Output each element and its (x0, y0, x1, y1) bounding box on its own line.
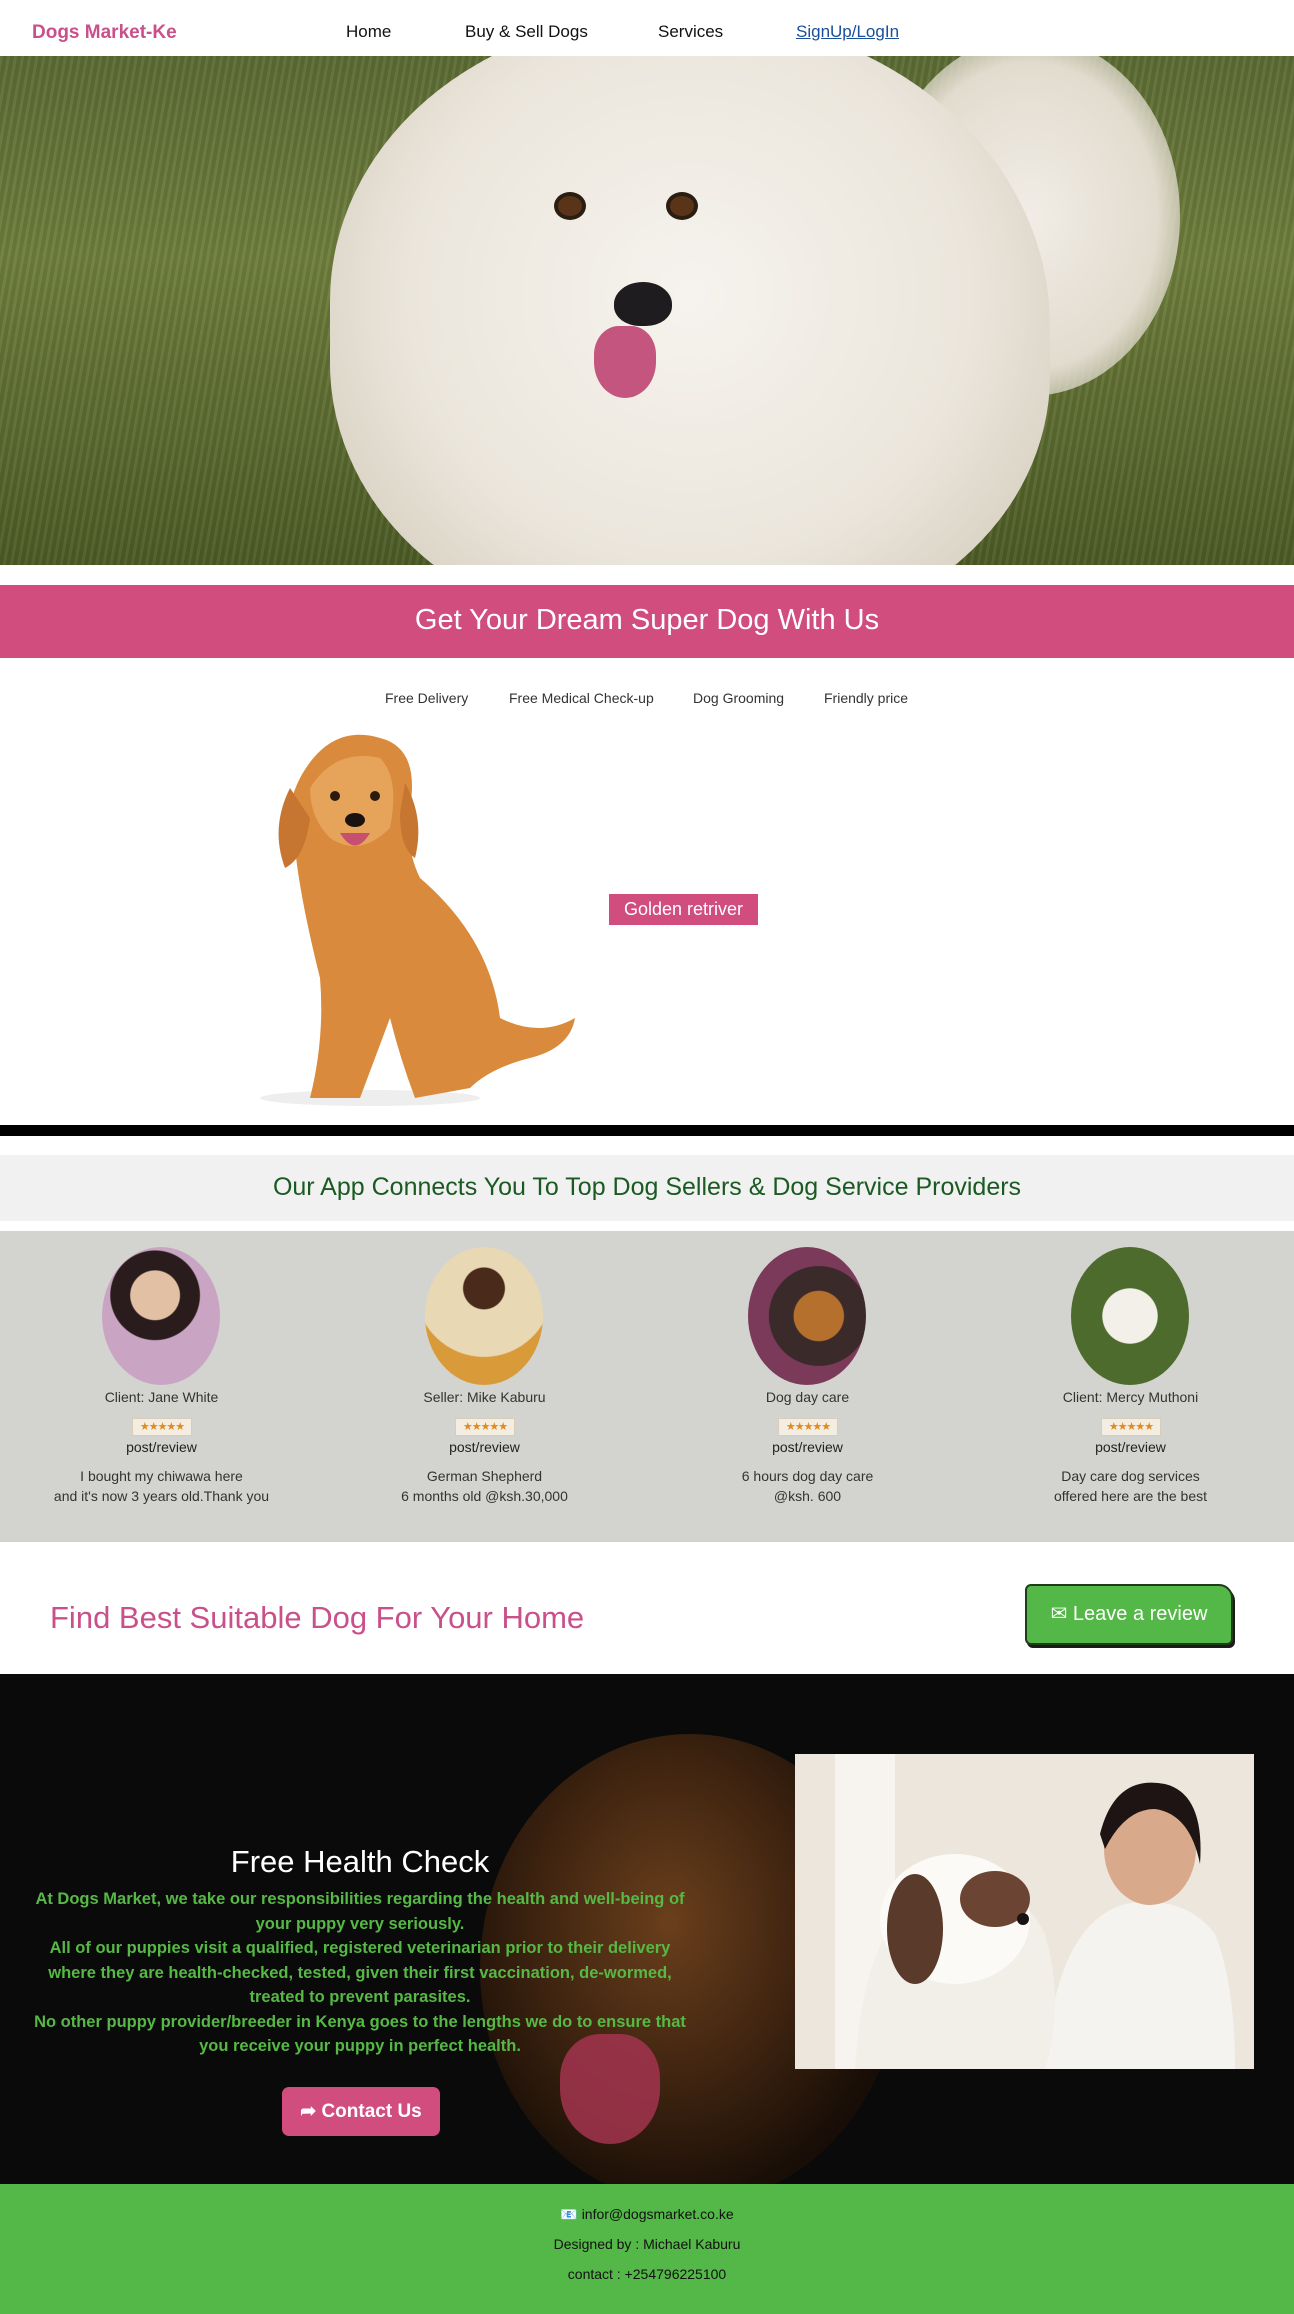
envelope-icon: ✉ (1050, 1603, 1068, 1625)
review-name: Seller: Mike Kaburu (423, 1389, 546, 1405)
feature-free-delivery: Free Delivery (385, 690, 469, 706)
review-card: Client: Mercy Muthoni ★★★★★ post/review … (969, 1231, 1292, 1542)
feature-friendly-price: Friendly price (824, 690, 909, 706)
health-check-section: Free Health Check At Dogs Market, we tak… (0, 1674, 1294, 2184)
reviews-section: Client: Jane White ★★★★★ post/review I b… (0, 1231, 1294, 1542)
feature-dog-grooming: Dog Grooming (693, 690, 785, 706)
review-post-link[interactable]: post/review (323, 1439, 646, 1455)
health-title: Free Health Check (230, 1844, 490, 1879)
leave-review-button[interactable]: ✉ Leave a review (1025, 1584, 1233, 1645)
review-text-line1: Day care dog services (1061, 1468, 1200, 1484)
health-description: At Dogs Market, we take our responsibili… (30, 1887, 690, 2059)
review-text-line1: 6 hours dog day care (741, 1468, 874, 1484)
review-name: Dog day care (765, 1389, 850, 1405)
rating-stars-icon: ★★★★★ (1101, 1418, 1161, 1436)
hero-dog-nose (614, 282, 672, 326)
rating-stars-icon: ★★★★★ (455, 1418, 515, 1436)
footer-email-text: infor@dogsmarket.co.ke (581, 2206, 734, 2222)
golden-retriever-image (260, 734, 575, 1106)
footer: 📧 infor@dogsmarket.co.ke Designed by : M… (0, 2184, 1294, 2314)
avatar-jane-white (102, 1247, 220, 1385)
nav-signup-login[interactable]: SignUp/LogIn (796, 22, 899, 42)
avatar-mike-kaburu (425, 1247, 543, 1385)
health-line-1: At Dogs Market, we take our responsibili… (35, 1890, 685, 1933)
review-text-line2: offered here are the best (1053, 1488, 1208, 1504)
brand-logo[interactable]: Dogs Market-Ke (32, 22, 177, 44)
review-text-line2: and it's now 3 years old.Thank you (53, 1488, 270, 1504)
footer-email[interactable]: 📧 infor@dogsmarket.co.ke (0, 2206, 1294, 2223)
review-post-link[interactable]: post/review (969, 1439, 1292, 1455)
rating-stars-icon: ★★★★★ (132, 1418, 192, 1436)
health-line-3: No other puppy provider/breeder in Kenya… (34, 2012, 686, 2056)
divider-bar (0, 1125, 1294, 1136)
hero-dog-tongue (594, 326, 656, 398)
nav-services[interactable]: Services (658, 22, 723, 42)
features-list: Free Delivery Free Medical Check-up Dog … (0, 690, 1294, 710)
nav-buy-sell[interactable]: Buy & Sell Dogs (465, 22, 588, 42)
headline-banner: Get Your Dream Super Dog With Us (0, 585, 1294, 658)
avatar-dog-day-care (748, 1247, 866, 1385)
nav-home[interactable]: Home (346, 22, 391, 42)
arrow-icon: ➦ (300, 2101, 317, 2122)
contact-us-button[interactable]: ➦ Contact Us (282, 2087, 440, 2136)
hero-image (0, 56, 1294, 565)
review-text-line1: German Shepherd (426, 1468, 543, 1484)
review-name: Client: Mercy Muthoni (1062, 1389, 1199, 1405)
envelope-icon: 📧 (560, 2206, 578, 2222)
review-card: Dog day care ★★★★★ post/review 6 hours d… (646, 1231, 969, 1542)
review-card: Seller: Mike Kaburu ★★★★★ post/review Ge… (323, 1231, 646, 1542)
leave-review-label: Leave a review (1072, 1603, 1208, 1625)
footer-designer: Designed by : Michael Kaburu (553, 2236, 741, 2252)
contact-us-label: Contact Us (321, 2101, 422, 2122)
review-post-link[interactable]: post/review (646, 1439, 969, 1455)
feature-medical-checkup: Free Medical Check-up (509, 690, 654, 706)
hero-dog-body (330, 56, 1050, 565)
rating-stars-icon: ★★★★★ (778, 1418, 838, 1436)
find-dog-title: Find Best Suitable Dog For Your Home (50, 1600, 585, 1635)
avatar-mercy-muthoni (1071, 1247, 1189, 1385)
review-card: Client: Jane White ★★★★★ post/review I b… (0, 1231, 323, 1542)
golden-retriever-label[interactable]: Golden retriver (609, 894, 758, 925)
review-text-line2: 6 months old @ksh.30,000 (401, 1488, 568, 1504)
health-line-2: All of our puppies visit a qualified, re… (48, 1939, 672, 2006)
review-post-link[interactable]: post/review (0, 1439, 323, 1455)
connects-title: Our App Connects You To Top Dog Sellers … (272, 1173, 1022, 1201)
review-name: Client: Jane White (104, 1389, 219, 1405)
top-nav: Dogs Market-Ke Home Buy & Sell Dogs Serv… (0, 0, 1294, 56)
headline-title: Get Your Dream Super Dog With Us (414, 604, 880, 636)
vet-with-dog-image (795, 1754, 1254, 2069)
hero-dog-eye-right (670, 196, 694, 216)
connects-section: Our App Connects You To Top Dog Sellers … (0, 1155, 1294, 1221)
review-text-line2: @ksh. 600 (773, 1488, 842, 1504)
review-text-line1: I bought my chiwawa here (80, 1468, 243, 1484)
hero-dog-eye-left (558, 196, 582, 216)
footer-contact: contact : +254796225100 (567, 2266, 727, 2282)
